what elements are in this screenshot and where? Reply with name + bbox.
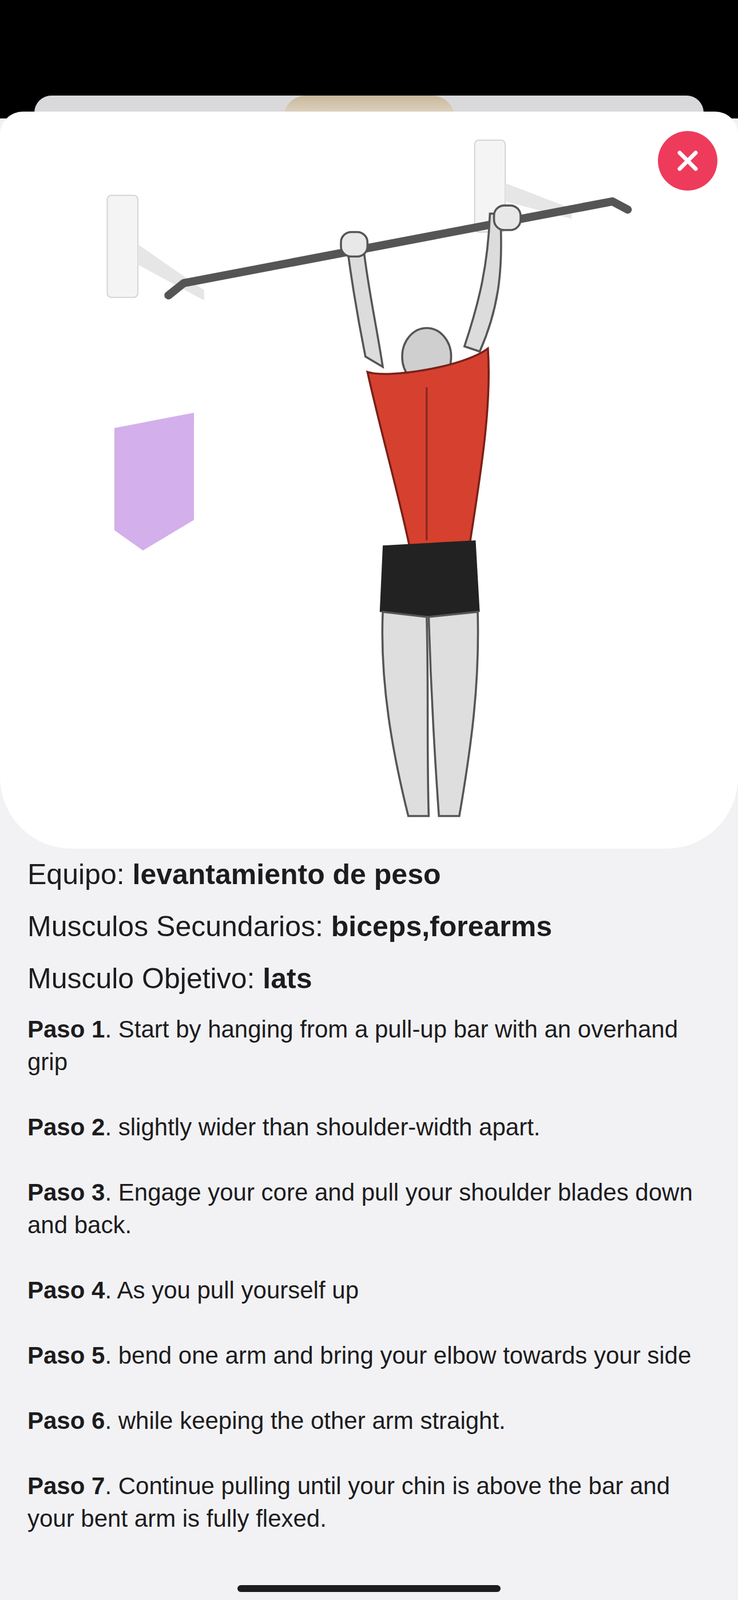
step-text: . Continue pulling until your chin is ab… <box>27 1471 670 1532</box>
detail-label: Equipo: <box>27 858 133 891</box>
step-label: Paso 5 <box>27 1341 105 1369</box>
close-icon <box>675 148 701 174</box>
detail-label: Musculos Secundarios: <box>27 910 332 943</box>
step-item: Paso 5. bend one arm and bring your elbo… <box>27 1338 711 1372</box>
step-item: Paso 1. Start by hanging from a pull-up … <box>27 1012 711 1078</box>
step-text: . As you pull yourself up <box>104 1276 359 1304</box>
step-label: Paso 2 <box>27 1113 105 1141</box>
step-label: Paso 6 <box>27 1406 105 1434</box>
close-button[interactable] <box>657 131 718 191</box>
step-item: Paso 6. while keeping the other arm stra… <box>27 1403 711 1437</box>
detail-value: levantamiento de peso <box>132 858 441 891</box>
step-text: . Engage your core and pull your shoulde… <box>27 1178 693 1239</box>
detail-row: Musculos Secundarios: biceps,forearms <box>27 900 711 953</box>
step-item: Paso 4. As you pull yourself up <box>27 1273 711 1307</box>
step-item: Paso 7. Continue pulling until your chin… <box>27 1469 711 1535</box>
steps-list: Paso 1. Start by hanging from a pull-up … <box>27 1012 711 1535</box>
step-text: . slightly wider than shoulder-width apa… <box>104 1113 541 1141</box>
background-sheet <box>0 0 738 119</box>
step-text: . bend one arm and bring your elbow towa… <box>104 1341 692 1369</box>
step-item: Paso 3. Engage your core and pull your s… <box>27 1175 711 1241</box>
detail-row: Musculo Objetivo: lats <box>27 952 711 1005</box>
detail-row: Equipo: levantamiento de peso <box>27 848 711 901</box>
detail-value: lats <box>262 962 312 995</box>
exercise-illustration <box>0 111 738 849</box>
step-label: Paso 3 <box>27 1178 105 1206</box>
step-label: Paso 7 <box>27 1471 105 1499</box>
detail-label: Musculo Objetivo: <box>27 962 263 995</box>
home-indicator <box>237 1584 501 1592</box>
step-text: . Start by hanging from a pull-up bar wi… <box>27 1015 678 1075</box>
step-label: Paso 4 <box>27 1276 105 1304</box>
step-text: . while keeping the other arm straight. <box>104 1406 506 1434</box>
detail-value: biceps,forearms <box>331 910 553 943</box>
step-item: Paso 2. slightly wider than shoulder-wid… <box>27 1110 711 1144</box>
exercise-modal <box>0 111 738 849</box>
step-label: Paso 1 <box>27 1015 105 1043</box>
exercise-details: Equipo: levantamiento de pesoMusculos Se… <box>0 848 738 1535</box>
